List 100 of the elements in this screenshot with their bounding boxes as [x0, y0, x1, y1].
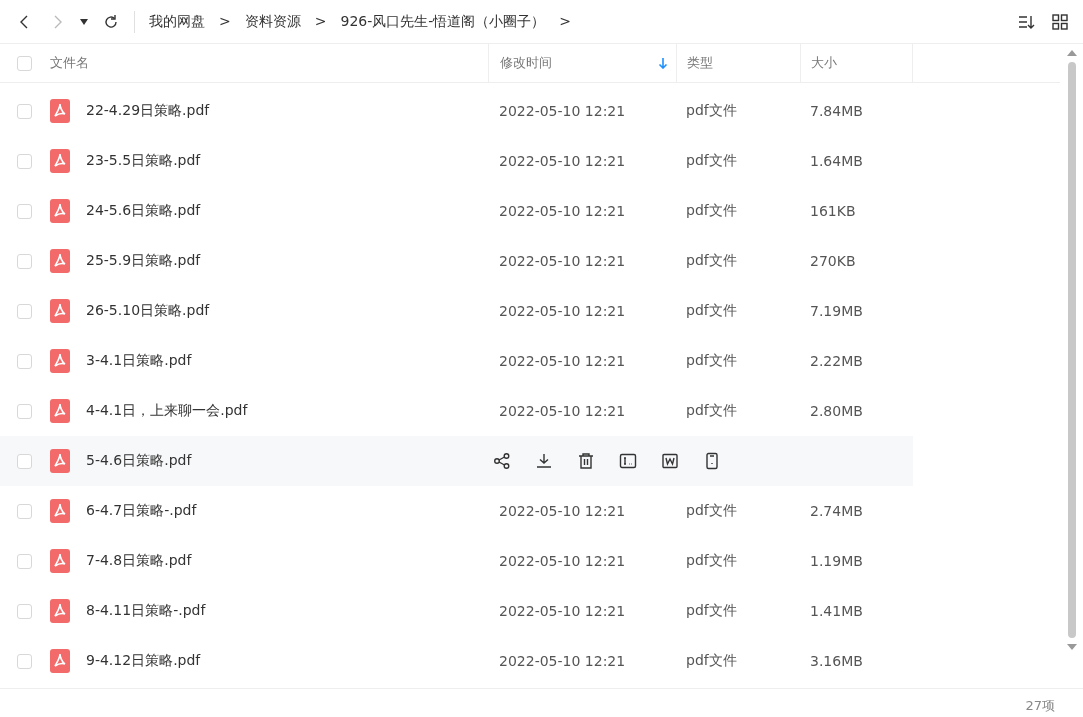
- file-name: 3-4.1日策略.pdf: [86, 352, 192, 370]
- modified-time: 2022-05-10 12:21: [498, 102, 627, 121]
- grid-view-icon[interactable]: [1051, 12, 1069, 31]
- hovered-file-row[interactable]: 5-4.6日策略.pdf: [0, 436, 913, 486]
- row-checkbox[interactable]: [17, 253, 32, 269]
- file-row[interactable]: 26-5.10日策略.pdf 2022-05-10 12:21 pdf文件 7.19MB: [0, 286, 913, 336]
- download-icon[interactable]: [535, 452, 554, 470]
- item-count: 27项: [1025, 697, 1055, 715]
- modified-time: 2022-05-10 12:21: [498, 252, 627, 271]
- breadcrumb-item[interactable]: >: [314, 12, 327, 31]
- file-row[interactable]: 25-5.9日策略.pdf 2022-05-10 12:21 pdf文件 270KB: [0, 236, 913, 286]
- scroll-down-icon[interactable]: [1067, 644, 1077, 650]
- file-name: 26-5.10日策略.pdf: [86, 302, 210, 320]
- file-size: 2.80MB: [809, 402, 864, 421]
- file-type: pdf文件: [685, 251, 738, 270]
- file-row[interactable]: 4-4.1日，上来聊一会.pdf 2022-05-10 12:21 pdf文件 2.80MB: [0, 386, 913, 436]
- file-row[interactable]: 8-4.11日策略-.pdf 2022-05-10 12:21 pdf文件 1.41MB: [0, 586, 913, 636]
- file-name: 8-4.11日策略-.pdf: [86, 602, 206, 620]
- file-name: 23-5.5日策略.pdf: [86, 152, 201, 170]
- row-checkbox[interactable]: [17, 603, 32, 619]
- file-row[interactable]: 9-4.12日策略.pdf 2022-05-10 12:21 pdf文件 3.16MB: [0, 636, 913, 686]
- modified-time: 2022-05-10 12:21: [498, 152, 627, 171]
- pdf-file-icon: [50, 199, 70, 223]
- file-row[interactable]: 6-4.7日策略-.pdf 2022-05-10 12:21 pdf文件 2.74MB: [0, 486, 913, 536]
- file-size: 1.41MB: [809, 602, 864, 621]
- file-type: pdf文件: [685, 351, 738, 370]
- row-checkbox[interactable]: [17, 653, 32, 669]
- file-size: 7.19MB: [809, 302, 864, 321]
- delete-icon[interactable]: [577, 452, 596, 470]
- refresh-icon[interactable]: [102, 12, 120, 31]
- row-checkbox[interactable]: [17, 453, 32, 469]
- scroll-up-icon[interactable]: [1067, 50, 1077, 56]
- breadcrumb-item[interactable]: 926-风口先生-悟道阁（小圈子）: [340, 12, 546, 31]
- row-checkbox[interactable]: [17, 103, 32, 119]
- column-header[interactable]: 文件名: [50, 54, 89, 72]
- pdf-file-icon: [50, 599, 70, 623]
- pdf-file-icon: [50, 499, 70, 523]
- modified-time: 2022-05-10 12:21: [498, 302, 627, 321]
- file-name: 6-4.7日策略-.pdf: [86, 502, 197, 520]
- pdf-file-icon: [50, 149, 70, 173]
- modified-time: 2022-05-10 12:21: [498, 352, 627, 371]
- file-size: 1.19MB: [809, 552, 864, 571]
- file-row[interactable]: 7-4.8日策略.pdf 2022-05-10 12:21 pdf文件 1.19MB: [0, 536, 913, 586]
- row-checkbox[interactable]: [17, 303, 32, 319]
- row-checkbox[interactable]: [17, 203, 32, 219]
- pdf-file-icon: [50, 549, 70, 573]
- document-icon[interactable]: [661, 452, 680, 470]
- modified-time: 2022-05-10 12:21: [498, 552, 627, 571]
- breadcrumb-item[interactable]: 资料资源: [244, 12, 301, 31]
- file-type: pdf文件: [685, 401, 738, 420]
- modified-time: 2022-05-10 12:21: [498, 202, 627, 221]
- file-name: 24-5.6日策略.pdf: [86, 202, 201, 220]
- file-type: pdf文件: [685, 151, 738, 170]
- row-checkbox[interactable]: [17, 553, 32, 569]
- pdf-file-icon: [50, 399, 70, 423]
- file-size: 2.74MB: [809, 502, 864, 521]
- pdf-file-icon: [50, 349, 70, 373]
- pdf-file-icon: [50, 249, 70, 273]
- row-checkbox[interactable]: [17, 353, 32, 369]
- file-name: 5-4.6日策略.pdf: [86, 452, 192, 470]
- file-name: 9-4.12日策略.pdf: [86, 652, 201, 670]
- scrollbar-thumb[interactable]: [1068, 62, 1076, 638]
- file-row[interactable]: 24-5.6日策略.pdf 2022-05-10 12:21 pdf文件 161KB: [0, 186, 913, 236]
- column-header[interactable]: 修改时间: [500, 54, 658, 72]
- file-size: 2.22MB: [809, 352, 864, 371]
- breadcrumb-item[interactable]: >: [219, 12, 231, 31]
- modified-time: 2022-05-10 12:21: [498, 652, 627, 671]
- file-row[interactable]: 23-5.5日策略.pdf 2022-05-10 12:21 pdf文件 1.64MB: [0, 136, 913, 186]
- column-header[interactable]: 类型: [687, 54, 713, 72]
- file-name: 25-5.9日策略.pdf: [86, 252, 201, 270]
- file-name: 22-4.29日策略.pdf: [86, 102, 210, 120]
- modified-time: 2022-05-10 12:21: [498, 602, 627, 621]
- file-type: pdf文件: [685, 301, 738, 320]
- file-name: 7-4.8日策略.pdf: [86, 552, 192, 570]
- pdf-file-icon: [50, 99, 70, 123]
- file-size: 161KB: [809, 202, 857, 221]
- row-checkbox[interactable]: [17, 403, 32, 419]
- dropdown-caret-icon[interactable]: [80, 18, 88, 25]
- select-all-checkbox[interactable]: [17, 55, 32, 71]
- file-size: 3.16MB: [809, 652, 864, 671]
- modified-time: 2022-05-10 12:21: [498, 502, 627, 521]
- modified-time: 2022-05-10 12:21: [498, 402, 627, 421]
- column-header[interactable]: 大小: [811, 54, 837, 72]
- pdf-file-icon: [50, 649, 70, 673]
- row-checkbox[interactable]: [17, 503, 32, 519]
- file-row[interactable]: 22-4.29日策略.pdf 2022-05-10 12:21 pdf文件 7.84MB: [0, 86, 913, 136]
- file-type: pdf文件: [685, 601, 738, 620]
- rename-icon[interactable]: [619, 452, 638, 470]
- file-name: 4-4.1日，上来聊一会.pdf: [86, 402, 248, 420]
- file-type: pdf文件: [685, 501, 738, 520]
- file-row[interactable]: 3-4.1日策略.pdf 2022-05-10 12:21 pdf文件 2.22MB: [0, 336, 913, 386]
- breadcrumb-item[interactable]: 我的网盘: [149, 12, 205, 31]
- file-type: pdf文件: [685, 201, 738, 220]
- share-icon[interactable]: [493, 452, 512, 470]
- row-checkbox[interactable]: [17, 153, 32, 169]
- pdf-file-icon: [50, 299, 70, 323]
- file-size: 7.84MB: [809, 102, 864, 121]
- breadcrumb-item[interactable]: >: [559, 12, 572, 31]
- file-type: pdf文件: [685, 651, 738, 670]
- file-size: 1.64MB: [809, 152, 864, 171]
